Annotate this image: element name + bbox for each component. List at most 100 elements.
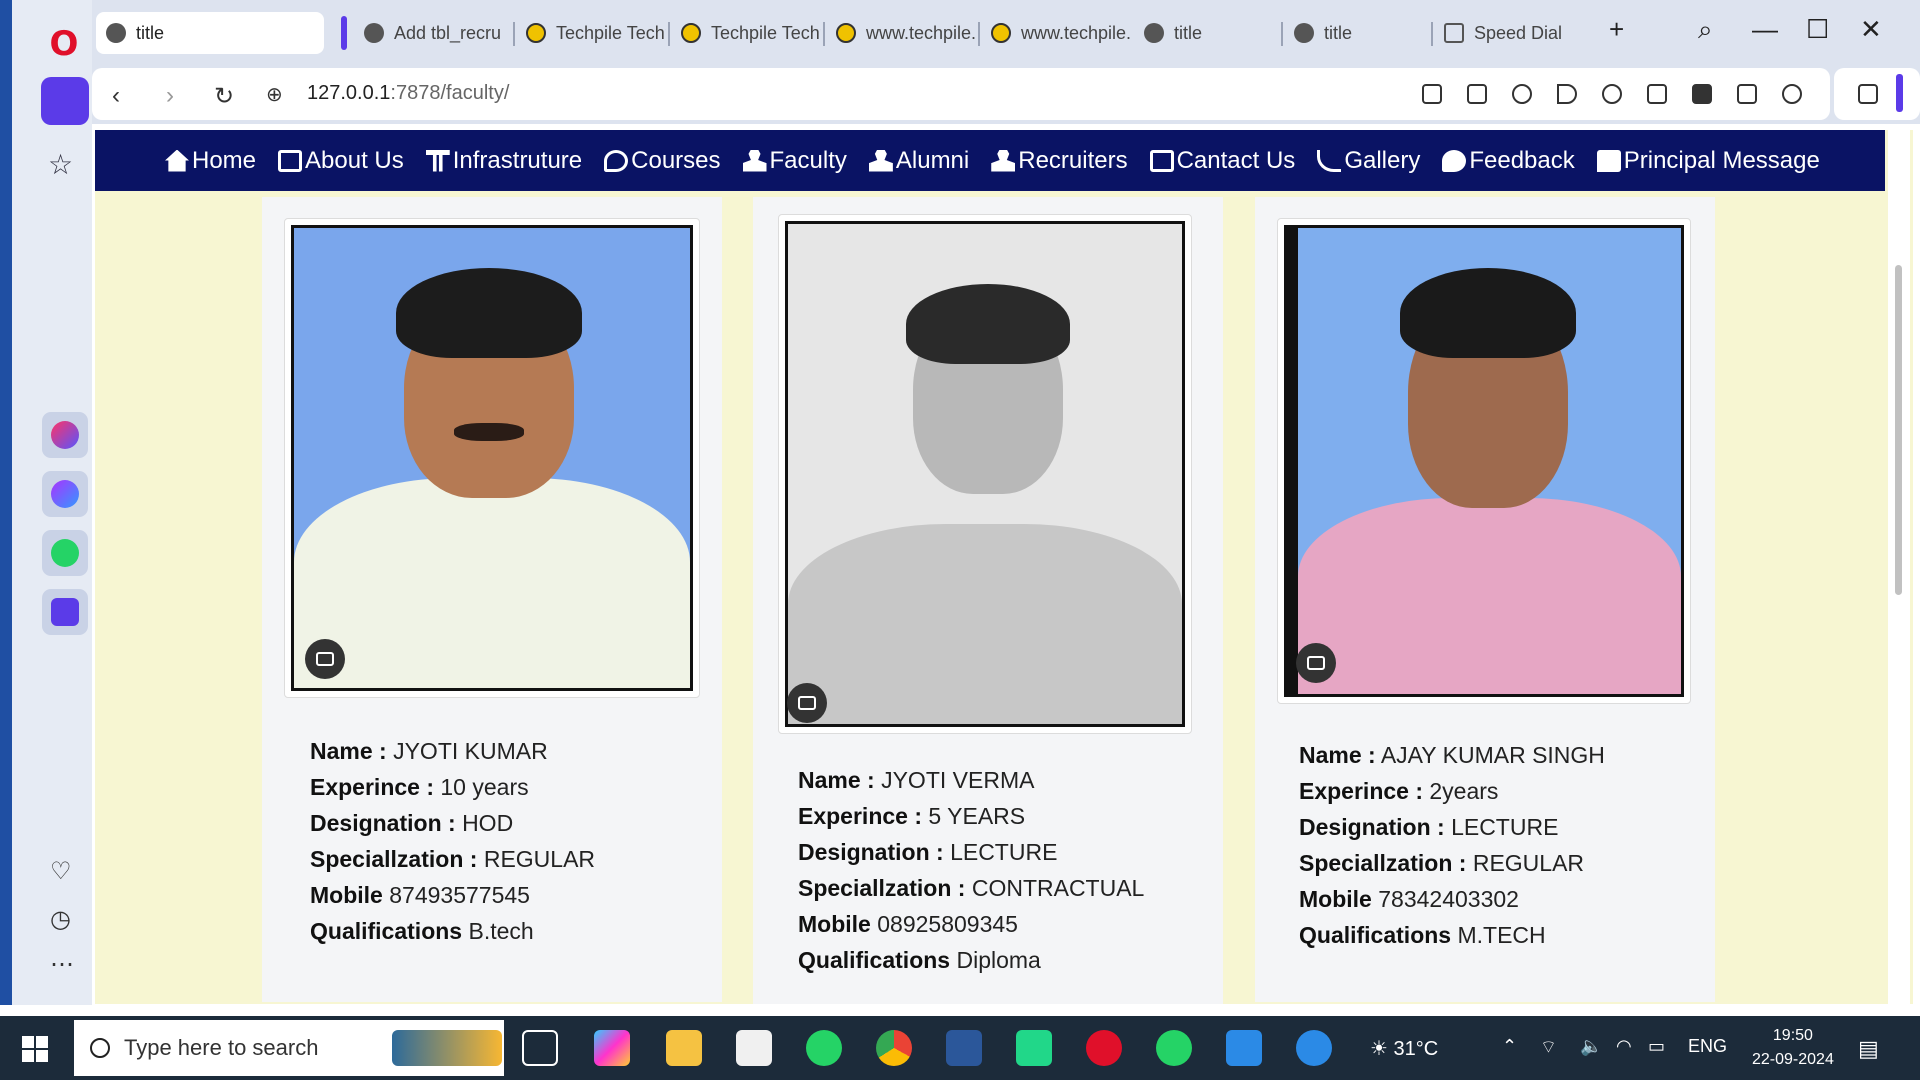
minimize-icon[interactable]: — — [1752, 14, 1778, 45]
tab-separator — [1281, 22, 1283, 46]
portrait-image — [785, 221, 1185, 727]
network-icon[interactable]: ⌔ — [1540, 1036, 1557, 1059]
star-icon[interactable]: ☆ — [48, 148, 73, 181]
back-icon[interactable]: ‹ — [112, 82, 120, 110]
contact-card-icon — [1149, 149, 1174, 172]
tab[interactable]: title — [1284, 12, 1429, 54]
word-icon[interactable] — [946, 1030, 982, 1066]
notifications-icon[interactable]: ▤ — [1858, 1036, 1879, 1062]
music-player-icon[interactable] — [42, 589, 88, 635]
chrome-icon[interactable] — [876, 1030, 912, 1066]
nav-courses[interactable]: Courses — [604, 147, 721, 175]
page-scrollbar[interactable] — [1888, 130, 1910, 1004]
maximize-icon[interactable]: ☐ — [1806, 14, 1829, 45]
copilot-icon[interactable] — [594, 1030, 630, 1066]
scroll-thumb[interactable] — [1895, 265, 1902, 595]
whatsapp-taskbar-icon[interactable] — [806, 1030, 842, 1066]
faculty-card: Name : AJAY KUMAR SINGH Experince : 2yea… — [1255, 197, 1715, 1002]
building-icon — [425, 149, 450, 172]
photos-icon[interactable] — [1226, 1030, 1262, 1066]
url-field[interactable]: 127.0.0.1:7878/faculty/ — [307, 82, 509, 105]
help-icon[interactable] — [1296, 1030, 1332, 1066]
clock[interactable]: 19:50 22-09-2024 — [1752, 1024, 1834, 1072]
sidebar-toggle[interactable] — [1896, 74, 1903, 112]
messenger-icon[interactable] — [42, 471, 88, 517]
heart-icon[interactable]: ♡ — [50, 857, 72, 886]
snapshot-icon[interactable] — [1467, 84, 1487, 104]
whatsapp-taskbar-icon[interactable] — [1156, 1030, 1192, 1066]
nav-contact-us[interactable]: Cantact Us — [1149, 147, 1295, 175]
tab[interactable]: www.techpile. — [981, 12, 1131, 54]
nav-faculty[interactable]: Faculty — [742, 147, 847, 175]
globe-icon — [364, 23, 384, 43]
search-tabs-icon[interactable]: ⌕ — [1698, 14, 1713, 46]
tab-separator — [668, 22, 670, 46]
search-highlight-icon[interactable] — [392, 1030, 502, 1066]
tab[interactable]: Techpile Techr — [516, 12, 666, 54]
easy-setup-icon[interactable] — [1737, 84, 1757, 104]
profile-icon[interactable] — [1782, 84, 1802, 104]
techpile-icon — [836, 23, 856, 43]
pycharm-icon[interactable] — [1016, 1030, 1052, 1066]
home-icon[interactable] — [41, 77, 89, 125]
user-icon — [868, 149, 893, 172]
tab[interactable]: Speed Dial — [1434, 12, 1584, 54]
forward-icon[interactable]: › — [166, 82, 174, 110]
windows-taskbar: Type here to search ☀ 31°C ⌃ ⌔ 🔈 ◠ ▭ ENG… — [0, 1016, 1920, 1080]
wifi-icon[interactable]: ◠ — [1616, 1036, 1632, 1057]
tab-separator — [1431, 22, 1433, 46]
nav-principal-message[interactable]: Principal Message — [1596, 147, 1820, 175]
volume-icon[interactable]: 🔈 — [1580, 1036, 1602, 1057]
task-view-icon[interactable] — [522, 1030, 558, 1066]
nav-feedback[interactable]: Feedback — [1442, 147, 1575, 175]
tab-separator — [513, 22, 515, 46]
search-icon — [90, 1038, 110, 1058]
extensions-icon[interactable] — [1858, 84, 1878, 104]
grid-icon — [1444, 23, 1464, 43]
nav-home[interactable]: Home — [165, 147, 256, 175]
aria-icon[interactable] — [42, 412, 88, 458]
battery-icon[interactable]: ▭ — [1648, 1036, 1665, 1057]
language-indicator[interactable]: ENG — [1688, 1036, 1727, 1057]
tab[interactable]: www.techpile. — [826, 12, 976, 54]
tally-icon[interactable] — [736, 1030, 772, 1066]
opera-logo-icon[interactable]: O — [40, 20, 88, 68]
weather-widget[interactable]: ☀ 31°C — [1370, 1036, 1438, 1061]
tab[interactable]: title — [1134, 12, 1279, 54]
close-icon[interactable]: ✕ — [1860, 14, 1882, 45]
visual-search-icon[interactable] — [1296, 643, 1336, 683]
tray-overflow-icon[interactable]: ⌃ — [1502, 1036, 1517, 1057]
windows-start-icon[interactable] — [22, 1036, 48, 1062]
tab-separator — [823, 22, 825, 46]
tab[interactable]: Techpile Techr — [671, 12, 821, 54]
home-icon — [165, 149, 189, 172]
more-icon[interactable]: ⋯ — [50, 950, 74, 979]
page-viewport: Home About Us Infrastruture Courses Facu… — [95, 130, 1913, 1004]
nav-recruiters[interactable]: Recruiters — [991, 147, 1128, 175]
visual-search-icon[interactable] — [305, 639, 345, 679]
file-explorer-icon[interactable] — [666, 1030, 702, 1066]
whatsapp-icon[interactable] — [42, 530, 88, 576]
share-icon[interactable] — [1422, 84, 1442, 104]
visual-search-icon[interactable] — [787, 683, 827, 723]
nav-alumni[interactable]: Alumni — [868, 147, 969, 175]
reload-icon[interactable]: ↻ — [214, 82, 234, 111]
new-tab-icon[interactable]: + — [1609, 14, 1624, 45]
battery-saver-icon[interactable] — [1692, 84, 1712, 104]
nav-about-us[interactable]: About Us — [278, 147, 404, 175]
history-icon[interactable]: ◷ — [50, 905, 71, 934]
tab[interactable]: Add tbl_recru — [354, 12, 510, 54]
nav-gallery[interactable]: Gallery — [1317, 147, 1420, 175]
flow-icon[interactable] — [1557, 84, 1577, 104]
id-card-icon — [278, 149, 303, 172]
download-icon[interactable] — [1647, 84, 1667, 104]
opera-taskbar-icon[interactable] — [1086, 1030, 1122, 1066]
site-info-icon[interactable]: ⊕ — [266, 82, 283, 107]
adblock-icon[interactable] — [1512, 84, 1532, 104]
address-bar[interactable]: ‹ › ↻ ⊕ 127.0.0.1:7878/faculty/ — [92, 68, 1830, 120]
techpile-icon — [991, 23, 1011, 43]
tab[interactable]: title — [96, 12, 324, 54]
nav-infrastructure[interactable]: Infrastruture — [425, 147, 582, 175]
favorite-icon[interactable] — [1602, 84, 1622, 104]
faculty-info: Name : JYOTI KUMAR Experince : 10 years … — [310, 738, 596, 944]
